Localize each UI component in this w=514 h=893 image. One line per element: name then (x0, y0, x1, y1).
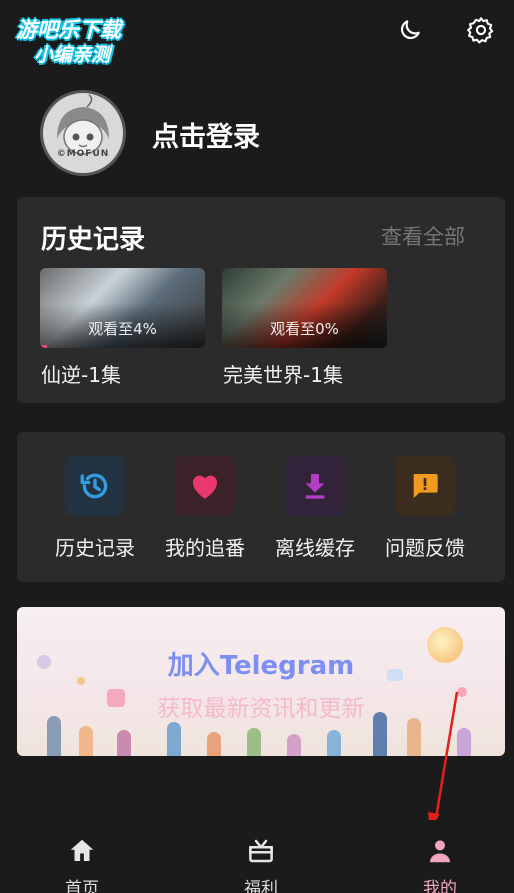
bottom-tab-bar: 首页 福利 我的 (0, 820, 514, 893)
tab-label: 福利 (244, 879, 278, 893)
tab-label: 首页 (65, 879, 99, 893)
tab-label: 我的 (423, 879, 457, 893)
annotation-arrow (428, 691, 459, 830)
gift-icon (249, 839, 273, 863)
tab-benefits[interactable]: 福利 (221, 836, 301, 893)
home-icon (70, 839, 94, 861)
user-icon (430, 840, 450, 863)
tab-home[interactable]: 首页 (42, 836, 122, 893)
tab-mine[interactable]: 我的 (400, 836, 480, 893)
